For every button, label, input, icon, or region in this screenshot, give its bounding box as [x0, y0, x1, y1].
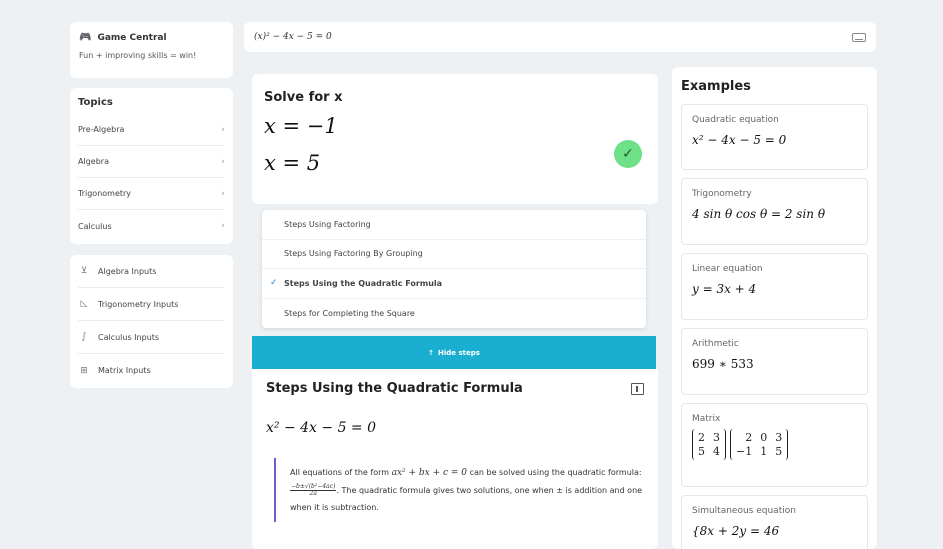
- solve-card: Solve for x x = −1 x = 5: [252, 74, 658, 204]
- matrix-cell: 0: [760, 431, 768, 444]
- example-category: Simultaneous equation: [692, 506, 796, 516]
- matrix-expression: 2 3 5 4 2 0 3 −1 1 5: [692, 429, 857, 460]
- matrix-cell: 5: [775, 445, 783, 458]
- math-input-bar[interactable]: (x)² − 4x − 5 = 0: [244, 22, 876, 52]
- matrix-cell: 3: [775, 431, 783, 444]
- algebra-icon: ⊻: [80, 266, 88, 276]
- checkmark-icon: ✓: [270, 278, 278, 289]
- steps-equation: x² − 4x − 5 = 0: [266, 420, 377, 436]
- example-simultaneous[interactable]: Simultaneous equation {8x + 2y = 46: [681, 495, 868, 549]
- method-label: Steps Using Factoring By Grouping: [284, 249, 423, 259]
- example-category: Quadratic equation: [692, 115, 779, 125]
- matrix-cell: 2: [745, 431, 753, 444]
- solution-1: x = −1: [264, 114, 338, 138]
- matrix-b: 2 0 3 −1 1 5: [730, 429, 789, 460]
- explain-text: can be solved using the quadratic formul…: [469, 468, 642, 477]
- examples-heading: Examples: [681, 79, 751, 94]
- explain-text: All equations of the form: [290, 468, 390, 477]
- game-central-subtitle: Fun + improving skills = win!: [79, 51, 197, 60]
- matrix-cell: 3: [713, 431, 720, 444]
- matrix-a: 2 3 5 4: [692, 429, 726, 460]
- input-label: Calculus Inputs: [98, 332, 160, 342]
- matrix-icon: ⊞: [80, 365, 88, 376]
- explain-form: ax² + bx + c = 0: [391, 468, 468, 478]
- steps-title: Steps Using the Quadratic Formula: [266, 381, 523, 396]
- matrix-inputs-link[interactable]: ⊞ Matrix Inputs: [78, 354, 225, 387]
- chevron-right-icon: ›: [221, 221, 225, 231]
- topic-pre-algebra[interactable]: Pre-Algebra ›: [78, 114, 225, 146]
- example-quadratic[interactable]: Quadratic equation x² − 4x − 5 = 0: [681, 104, 868, 170]
- topic-label: Pre-Algebra: [78, 125, 125, 134]
- chevron-right-icon: ›: [221, 156, 225, 167]
- topic-label: Algebra: [78, 157, 109, 166]
- matrix-cell: 2: [698, 431, 705, 444]
- book-icon[interactable]: [631, 382, 644, 395]
- chevron-right-icon: ›: [221, 124, 225, 135]
- example-expression: 699 ∗ 533: [692, 357, 754, 371]
- calculus-icon: ∫: [81, 332, 87, 342]
- trigonometry-inputs-link[interactable]: ◺ Trigonometry Inputs: [78, 288, 225, 321]
- input-label: Matrix Inputs: [98, 366, 151, 375]
- hide-steps-button[interactable]: ↑ Hide steps: [252, 336, 656, 369]
- method-label: Steps for Completing the Square: [284, 308, 415, 318]
- quadratic-formula: −b±√(b²−4ac) 2a: [290, 484, 337, 497]
- topic-trigonometry[interactable]: Trigonometry ›: [78, 178, 225, 210]
- topic-algebra[interactable]: Algebra ›: [78, 146, 225, 178]
- trig-icon: ◺: [80, 299, 88, 309]
- formula-denominator: 2a: [309, 490, 317, 497]
- matrix-cell: 5: [698, 445, 705, 458]
- chevron-right-icon: ›: [221, 188, 225, 199]
- solve-title: Solve for x: [264, 90, 343, 105]
- check-icon: ✓: [614, 140, 642, 168]
- topics-heading: Topics: [78, 97, 113, 108]
- example-category: Linear equation: [692, 264, 763, 274]
- example-expression: {8x + 2y = 46: [692, 524, 780, 538]
- topic-calculus[interactable]: Calculus ›: [78, 210, 225, 242]
- example-expression: y = 3x + 4: [692, 282, 757, 296]
- arrow-up-icon: ↑: [428, 348, 434, 357]
- method-label: Steps Using the Quadratic Formula: [284, 278, 443, 288]
- matrix-cell: 4: [713, 445, 720, 458]
- steps-card: Steps Using the Quadratic Formula x² − 4…: [252, 369, 658, 549]
- method-completing-square[interactable]: Steps for Completing the Square: [262, 299, 646, 329]
- example-trigonometry[interactable]: Trigonometry 4 sin θ cos θ = 2 sin θ: [681, 178, 868, 245]
- example-category: Trigonometry: [692, 189, 752, 199]
- input-label: Algebra Inputs: [98, 266, 157, 276]
- method-list: Steps Using Factoring Steps Using Factor…: [262, 210, 646, 328]
- example-category: Matrix: [692, 414, 721, 424]
- example-expression: x² − 4x − 5 = 0: [692, 133, 787, 147]
- examples-panel: Examples Quadratic equation x² − 4x − 5 …: [672, 67, 877, 549]
- game-central-title: Game Central: [97, 32, 167, 43]
- example-expression: 4 sin θ cos θ = 2 sin θ: [692, 207, 826, 221]
- method-label: Steps Using Factoring: [284, 219, 371, 229]
- topic-label: Calculus: [78, 221, 112, 231]
- math-input-expression[interactable]: (x)² − 4x − 5 = 0: [254, 32, 332, 42]
- gamepad-icon: 🎮: [79, 32, 92, 43]
- solution-2: x = 5: [264, 151, 321, 175]
- input-label: Trigonometry Inputs: [98, 299, 179, 309]
- matrix-cell: −1: [736, 445, 753, 458]
- matrix-cell: 1: [760, 445, 768, 458]
- steps-explanation: All equations of the form ax² + bx + c =…: [274, 458, 644, 522]
- method-factoring-grouping[interactable]: Steps Using Factoring By Grouping: [262, 240, 646, 269]
- topic-label: Trigonometry: [78, 189, 132, 198]
- example-matrix[interactable]: Matrix 2 3 5 4 2 0 3 −1 1 5: [681, 403, 868, 487]
- game-central-card[interactable]: 🎮 Game Central Fun + improving skills = …: [70, 22, 233, 78]
- example-linear[interactable]: Linear equation y = 3x + 4: [681, 253, 868, 320]
- example-arithmetic[interactable]: Arithmetic 699 ∗ 533: [681, 328, 868, 395]
- method-factoring[interactable]: Steps Using Factoring: [262, 210, 646, 240]
- explain-text: . The quadratic formula gives two soluti…: [290, 486, 643, 512]
- method-quadratic-formula[interactable]: ✓ Steps Using the Quadratic Formula: [262, 269, 646, 299]
- inputs-panel: ⊻ Algebra Inputs ◺ Trigonometry Inputs ∫…: [70, 255, 233, 388]
- algebra-inputs-link[interactable]: ⊻ Algebra Inputs: [78, 255, 225, 288]
- example-category: Arithmetic: [692, 339, 739, 349]
- topics-panel: Topics Pre-Algebra › Algebra › Trigonome…: [70, 88, 233, 244]
- keyboard-icon[interactable]: [852, 32, 866, 42]
- calculus-inputs-link[interactable]: ∫ Calculus Inputs: [78, 321, 225, 354]
- hide-steps-label: Hide steps: [437, 348, 480, 357]
